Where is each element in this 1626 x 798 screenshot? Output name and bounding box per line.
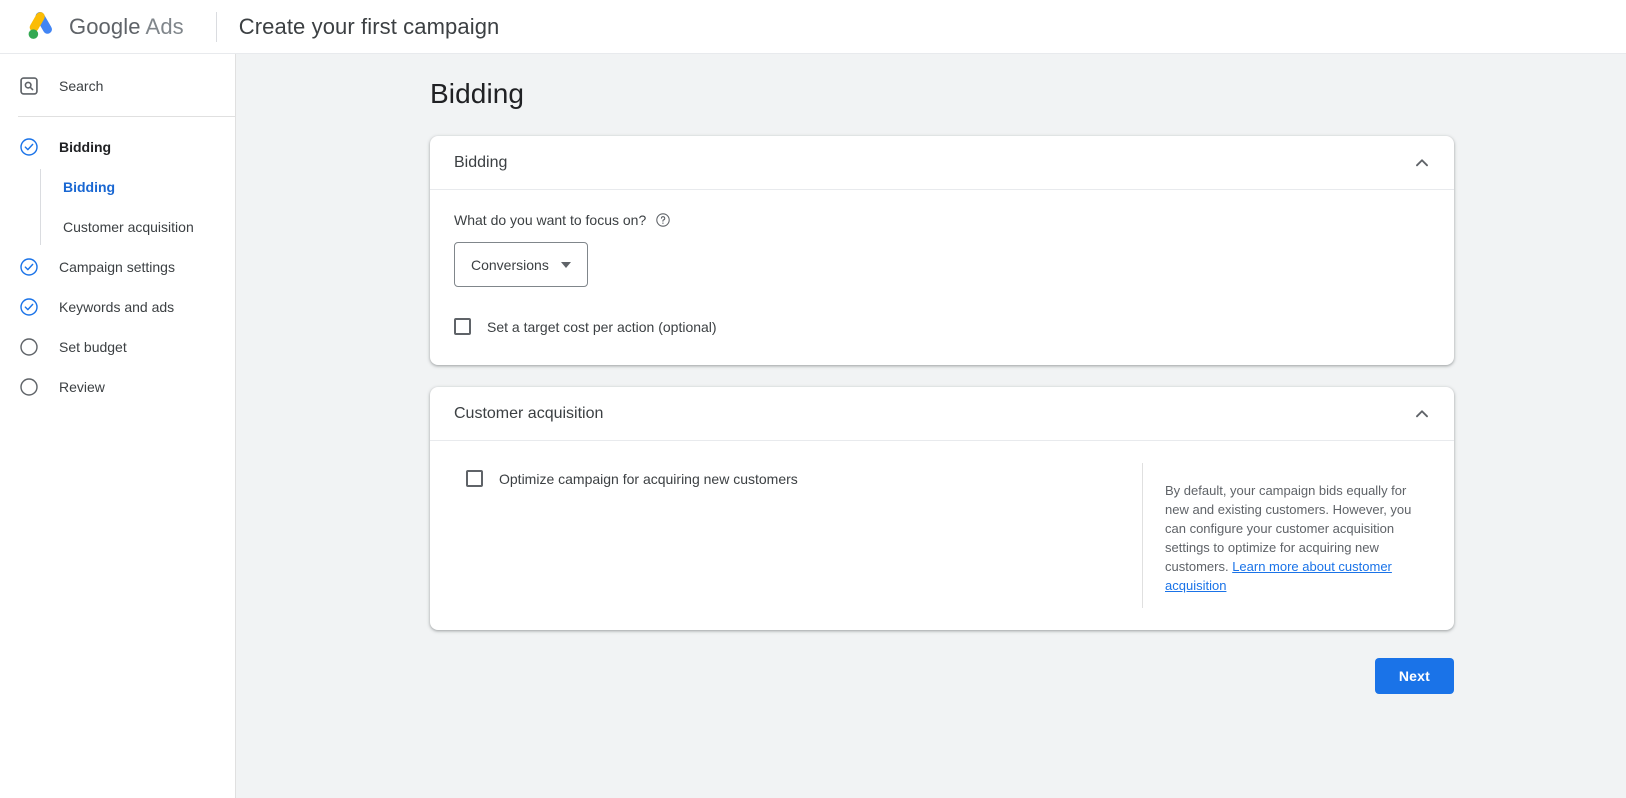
customer-acquisition-card-body: Optimize campaign for acquiring new cust…: [430, 441, 1454, 630]
customer-acquisition-card-title: Customer acquisition: [454, 404, 604, 422]
customer-acquisition-card: Customer acquisition Optimize campaign f…: [430, 387, 1454, 630]
brand-google-label: Google: [69, 13, 141, 39]
customer-acquisition-description: By default, your campaign bids equally f…: [1165, 481, 1430, 595]
optimize-new-customers-checkbox-row[interactable]: Optimize campaign for acquiring new cust…: [466, 470, 1142, 487]
sidebar-item-search-label: Search: [59, 78, 104, 94]
form-actions: Next: [430, 658, 1454, 694]
app-shell: Search Bidding Bidding Customer acquisit…: [0, 54, 1626, 798]
sidebar-subitems-bidding: Bidding Customer acquisition: [40, 167, 235, 247]
page-header-title: Create your first campaign: [238, 13, 500, 39]
chevron-up-icon[interactable]: [1410, 402, 1434, 426]
bidding-card-title: Bidding: [454, 153, 508, 171]
sidebar-item-search[interactable]: Search: [0, 66, 235, 106]
brand[interactable]: Google Ads: [23, 10, 184, 44]
sidebar-item-keywords-and-ads[interactable]: Keywords and ads: [0, 287, 235, 327]
bidding-card: Bidding What do you want to focus on? Co…: [430, 136, 1454, 365]
topbar-divider: [215, 11, 217, 42]
target-cpa-checkbox-label: Set a target cost per action (optional): [487, 318, 717, 335]
sidebar-item-set-budget[interactable]: Set budget: [0, 327, 235, 367]
chevron-up-icon[interactable]: [1410, 151, 1434, 175]
customer-acquisition-help-panel: By default, your campaign bids equally f…: [1142, 463, 1454, 608]
sidebar-subitem-bidding[interactable]: Bidding: [40, 167, 235, 207]
brand-text: Google Ads: [69, 14, 184, 40]
focus-select-value: Conversions: [471, 256, 549, 273]
focus-select[interactable]: Conversions: [454, 242, 588, 287]
sidebar-subitem-bidding-label: Bidding: [63, 179, 116, 195]
sidebar-item-bidding-label: Bidding: [59, 139, 112, 155]
circle-icon: [18, 376, 40, 398]
check-circle-icon: [18, 296, 40, 318]
sidebar-item-set-budget-label: Set budget: [59, 339, 127, 355]
sidebar-item-bidding[interactable]: Bidding: [0, 127, 235, 167]
focus-field-label-row: What do you want to focus on?: [454, 212, 1430, 228]
target-cpa-checkbox[interactable]: [454, 318, 471, 335]
main-content: Bidding Bidding What do you want to focu…: [236, 54, 1626, 798]
search-icon: [18, 75, 40, 97]
check-circle-icon: [18, 136, 40, 158]
sidebar-item-review[interactable]: Review: [0, 367, 235, 407]
brand-ads-label: Ads: [145, 13, 184, 39]
chevron-down-icon: [560, 261, 571, 268]
sidebar: Search Bidding Bidding Customer acquisit…: [0, 54, 236, 798]
google-ads-logo-icon: [23, 10, 57, 44]
sidebar-subitem-customer-acquisition-label: Customer acquisition: [63, 219, 194, 235]
bidding-card-header: Bidding: [430, 136, 1454, 190]
help-circle-icon[interactable]: [655, 212, 671, 228]
customer-acquisition-options: Optimize campaign for acquiring new cust…: [430, 463, 1142, 608]
sidebar-item-campaign-settings[interactable]: Campaign settings: [0, 247, 235, 287]
target-cpa-checkbox-row[interactable]: Set a target cost per action (optional): [454, 318, 1430, 335]
sidebar-item-campaign-settings-label: Campaign settings: [59, 259, 175, 275]
optimize-new-customers-checkbox[interactable]: [466, 470, 483, 487]
sidebar-subitem-customer-acquisition[interactable]: Customer acquisition: [40, 207, 235, 247]
customer-acquisition-card-header: Customer acquisition: [430, 387, 1454, 441]
focus-field-label: What do you want to focus on?: [454, 212, 647, 228]
sidebar-divider: [18, 116, 235, 117]
page-title: Bidding: [430, 78, 525, 109]
sidebar-item-keywords-and-ads-label: Keywords and ads: [59, 299, 175, 315]
optimize-new-customers-checkbox-label: Optimize campaign for acquiring new cust…: [499, 470, 798, 487]
bidding-card-body: What do you want to focus on? Conversion…: [430, 190, 1454, 365]
sidebar-item-review-label: Review: [59, 379, 105, 395]
top-bar: Google Ads Create your first campaign: [0, 0, 1626, 54]
card-spacer: [236, 365, 1626, 387]
next-button[interactable]: Next: [1374, 658, 1454, 694]
check-circle-icon: [18, 256, 40, 278]
circle-icon: [18, 336, 40, 358]
